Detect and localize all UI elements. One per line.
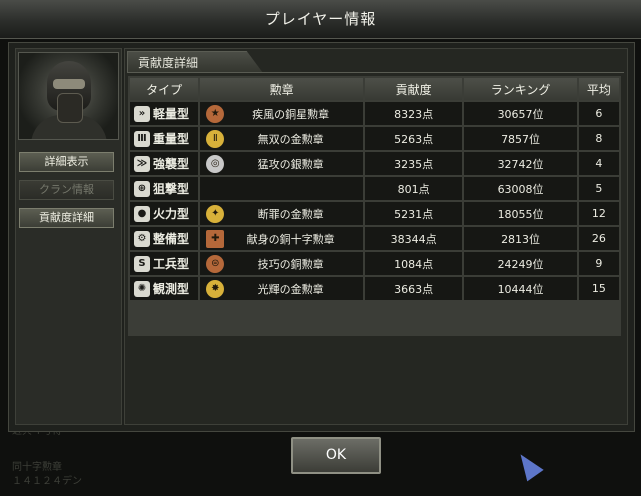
section-divider xyxy=(262,72,624,73)
medal-cell: Ⅱ 無双の金勲章 xyxy=(200,127,363,150)
background-text: １４１２４デン xyxy=(12,476,82,487)
medal-cell: ★ 疾風の銅星勲章 xyxy=(200,102,363,125)
firepower-type-icon: ● xyxy=(134,205,150,222)
average-cell: 12 xyxy=(578,202,619,225)
type-cell: ● 火力型 xyxy=(130,202,199,225)
ranking-cell: 30657位 xyxy=(464,102,577,125)
table-row: ⚙ 整備型 ✚ 献身の銅十字勲章 38344点 2813位 26 xyxy=(130,227,619,250)
medal-cell: ◎ 猛攻の銀勲章 xyxy=(200,152,363,175)
header-contribution: 貢献度 xyxy=(364,78,463,100)
medal-label: 光輝の金勲章 xyxy=(257,282,324,296)
medal-cell: ✸ 光輝の金勲章 xyxy=(200,277,363,300)
ranking-cell: 24249位 xyxy=(464,252,577,275)
type-cell: ≫ 強襲型 xyxy=(130,152,199,175)
medal-cell: ✦ 断罪の金勲章 xyxy=(200,202,363,225)
medal-label: 断罪の金勲章 xyxy=(257,207,324,221)
medal-cell: ⊜ 技巧の銅勲章 xyxy=(200,252,363,275)
avatar-visor xyxy=(53,79,85,89)
average-cell: 8 xyxy=(578,127,619,150)
heavy-type-icon: Ⅲ xyxy=(134,130,150,147)
header-type: タイプ xyxy=(130,78,199,100)
medal-cell: ✚ 献身の銅十字勲章 xyxy=(200,227,363,250)
contribution-cell: 3235点 xyxy=(364,152,463,175)
type-label: 火力型 xyxy=(153,207,190,221)
avatar-mask xyxy=(57,93,83,123)
average-cell: 15 xyxy=(578,277,619,300)
average-cell: 9 xyxy=(578,252,619,275)
contribution-cell: 801点 xyxy=(364,177,463,200)
header-ranking: ランキング xyxy=(464,78,577,100)
detail-view-button[interactable]: 詳細表示 xyxy=(19,152,114,172)
table-row: » 軽量型 ★ 疾風の銅星勲章 8323点 30657位 6 xyxy=(130,102,619,125)
bronze-cross-medal-icon: ✚ xyxy=(206,230,225,248)
type-label: 工兵型 xyxy=(153,257,190,271)
table-row: ⊕ 狙撃型 801点 63008位 5 xyxy=(130,177,619,200)
section-title: 貢献度詳細 xyxy=(127,51,263,73)
table-row: S 工兵型 ⊜ 技巧の銅勲章 1084点 24249位 9 xyxy=(130,252,619,275)
header-medal: 勲章 xyxy=(200,78,363,100)
type-label: 強襲型 xyxy=(153,157,190,171)
type-label: 狙撃型 xyxy=(153,182,190,196)
contribution-cell: 5231点 xyxy=(364,202,463,225)
ranking-cell: 7857位 xyxy=(464,127,577,150)
contribution-cell: 8323点 xyxy=(364,102,463,125)
type-cell: » 軽量型 xyxy=(130,102,199,125)
type-cell: ✺ 観測型 xyxy=(130,277,199,300)
type-cell: ⚙ 整備型 xyxy=(130,227,199,250)
contribution-cell: 5263点 xyxy=(364,127,463,150)
medal-cell xyxy=(200,177,363,200)
background-text: 同十字勲章 xyxy=(12,462,62,473)
window-title: プレイヤー情報 xyxy=(0,0,641,39)
contribution-detail-button[interactable]: 貢献度詳細 xyxy=(19,208,114,228)
table-row: ● 火力型 ✦ 断罪の金勲章 5231点 18055位 12 xyxy=(130,202,619,225)
medal-label: 技巧の銅勲章 xyxy=(257,257,324,271)
type-label: 観測型 xyxy=(153,282,190,296)
contribution-table: タイプ 勲章 貢献度 ランキング 平均 » 軽量型 ★ 疾風の銅星勲章 8323点 … xyxy=(128,76,621,302)
table-row: ≫ 強襲型 ◎ 猛攻の銀勲章 3235点 32742位 4 xyxy=(130,152,619,175)
ranking-cell: 32742位 xyxy=(464,152,577,175)
ranking-cell: 2813位 xyxy=(464,227,577,250)
average-cell: 4 xyxy=(578,152,619,175)
type-label: 軽量型 xyxy=(153,107,190,121)
ok-button[interactable]: OK xyxy=(291,437,381,474)
maintenance-type-icon: ⚙ xyxy=(134,230,150,247)
ranking-cell: 10444位 xyxy=(464,277,577,300)
type-label: 整備型 xyxy=(153,232,190,246)
table-header-row: タイプ 勲章 貢献度 ランキング 平均 xyxy=(130,78,619,100)
light-type-icon: » xyxy=(134,105,150,122)
medal-label: 疾風の銅星勲章 xyxy=(252,107,330,121)
header-average: 平均 xyxy=(578,78,619,100)
table-row: Ⅲ 重量型 Ⅱ 無双の金勲章 5263点 7857位 8 xyxy=(130,127,619,150)
type-cell: S 工兵型 xyxy=(130,252,199,275)
medal-label: 献身の銅十字勲章 xyxy=(246,232,335,246)
medal-label: 猛攻の銀勲章 xyxy=(257,157,324,171)
observer-type-icon: ✺ xyxy=(134,280,150,297)
ranking-cell: 63008位 xyxy=(464,177,577,200)
player-avatar xyxy=(18,52,119,140)
engineer-type-icon: S xyxy=(134,255,150,272)
type-cell: ⊕ 狙撃型 xyxy=(130,177,199,200)
sniper-type-icon: ⊕ xyxy=(134,180,150,197)
table-row: ✺ 観測型 ✸ 光輝の金勲章 3663点 10444位 15 xyxy=(130,277,619,300)
mouse-cursor-icon xyxy=(512,448,544,482)
assault-type-icon: ≫ xyxy=(134,155,150,172)
clan-info-button[interactable]: クラン情報 xyxy=(19,180,114,200)
average-cell: 26 xyxy=(578,227,619,250)
medal-label: 無双の金勲章 xyxy=(257,132,324,146)
contribution-cell: 38344点 xyxy=(364,227,463,250)
average-cell: 5 xyxy=(578,177,619,200)
ranking-cell: 18055位 xyxy=(464,202,577,225)
type-cell: Ⅲ 重量型 xyxy=(130,127,199,150)
average-cell: 6 xyxy=(578,102,619,125)
contribution-cell: 3663点 xyxy=(364,277,463,300)
type-label: 重量型 xyxy=(153,132,190,146)
contribution-cell: 1084点 xyxy=(364,252,463,275)
